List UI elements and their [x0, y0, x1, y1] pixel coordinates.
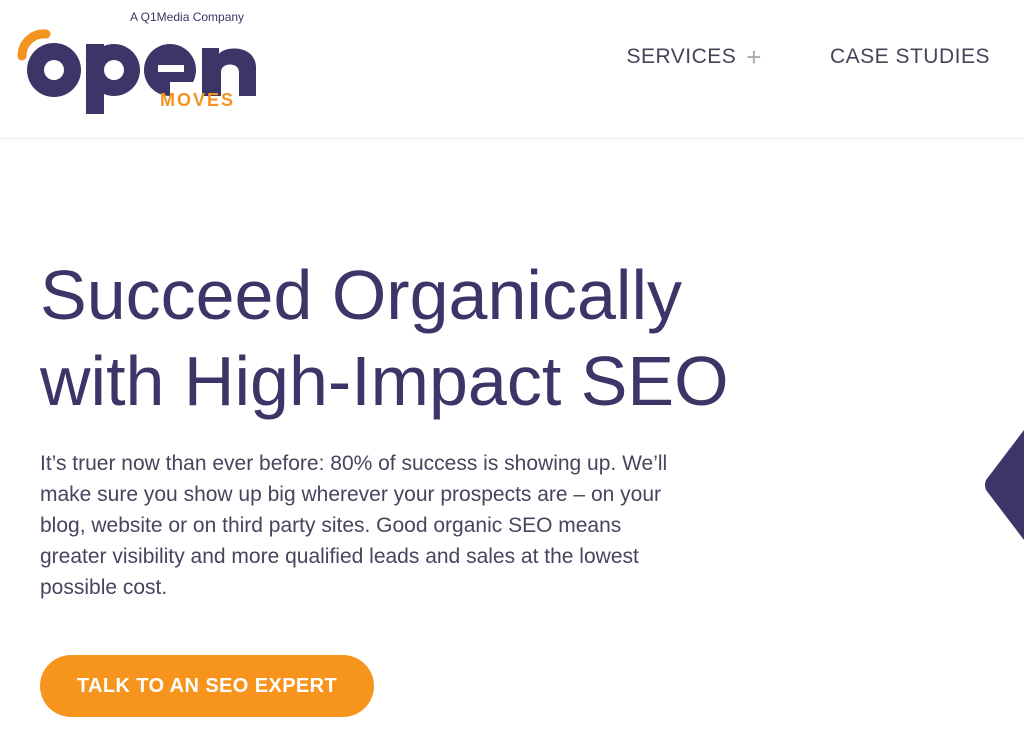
logo-tagline: A Q1Media Company — [130, 10, 245, 24]
talk-to-seo-expert-button[interactable]: TALK TO AN SEO EXPERT — [40, 655, 374, 717]
nav-case-studies-label: CASE STUDIES — [829, 45, 990, 68]
site-header: A Q1Media Company MOVES SERVICES + CASE … — [0, 0, 1024, 139]
decorative-shape-icon — [985, 430, 1024, 540]
hero-description: It’s truer now than ever before: 80% of … — [40, 452, 668, 599]
nav-services-label: SERVICES — [626, 45, 737, 68]
hero-title-line-2: with High-Impact SEO — [40, 342, 729, 420]
plus-icon: + — [746, 42, 762, 72]
page: A Q1Media Company MOVES SERVICES + CASE … — [0, 0, 1024, 732]
logo-moves-text: MOVES — [160, 90, 236, 110]
hero-title: Succeed Organically with High-Impact SEO — [40, 252, 840, 424]
open-moves-logo[interactable]: A Q1Media Company MOVES — [16, 8, 266, 120]
main-nav: SERVICES + CASE STUDIES — [626, 44, 990, 70]
hero-title-line-1: Succeed Organically — [40, 256, 682, 334]
nav-case-studies[interactable]: CASE STUDIES — [830, 45, 990, 69]
nav-services[interactable]: SERVICES + — [626, 44, 762, 70]
